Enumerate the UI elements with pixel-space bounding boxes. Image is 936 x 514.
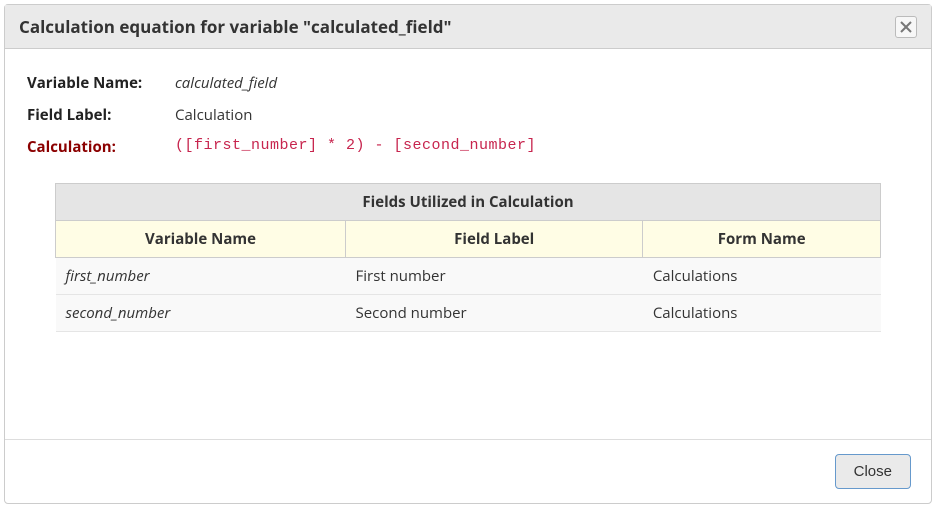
table-row: first_number First number Calculations	[56, 258, 881, 295]
fields-caption: Fields Utilized in Calculation	[55, 183, 881, 220]
calculation-equation-dialog: Calculation equation for variable "calcu…	[4, 4, 932, 504]
fields-header-row: Variable Name Field Label Form Name	[56, 221, 881, 258]
close-button[interactable]: Close	[835, 454, 911, 489]
dialog-header: Calculation equation for variable "calcu…	[5, 5, 931, 49]
calculation-value: ([first_number] * 2) - [second_number]	[175, 137, 536, 157]
dialog-footer: Close	[5, 439, 931, 503]
variable-name-label: Variable Name:	[27, 73, 175, 93]
dialog-body: Variable Name: calculated_field Field La…	[5, 49, 931, 439]
close-icon[interactable]	[895, 16, 917, 38]
calculation-label: Calculation:	[27, 137, 175, 157]
calculation-row: Calculation: ([first_number] * 2) - [sec…	[27, 131, 909, 163]
table-row: second_number Second number Calculations	[56, 295, 881, 332]
field-label-label: Field Label:	[27, 105, 175, 125]
variable-name-value: calculated_field	[175, 73, 277, 93]
col-field-label: Field Label	[346, 221, 643, 258]
field-label-value: Calculation	[175, 105, 252, 125]
dialog-title: Calculation equation for variable "calcu…	[19, 15, 452, 38]
cell-field-label: First number	[346, 258, 643, 295]
col-form-name: Form Name	[643, 221, 881, 258]
cell-form-name: Calculations	[643, 295, 881, 332]
field-label-row: Field Label: Calculation	[27, 99, 909, 131]
fields-utilized-section: Fields Utilized in Calculation Variable …	[55, 183, 881, 332]
x-icon	[900, 21, 912, 33]
fields-table: Variable Name Field Label Form Name firs…	[55, 220, 881, 332]
col-variable-name: Variable Name	[56, 221, 346, 258]
cell-variable-name: second_number	[56, 295, 346, 332]
cell-variable-name: first_number	[56, 258, 346, 295]
variable-name-row: Variable Name: calculated_field	[27, 67, 909, 99]
cell-form-name: Calculations	[643, 258, 881, 295]
cell-field-label: Second number	[346, 295, 643, 332]
